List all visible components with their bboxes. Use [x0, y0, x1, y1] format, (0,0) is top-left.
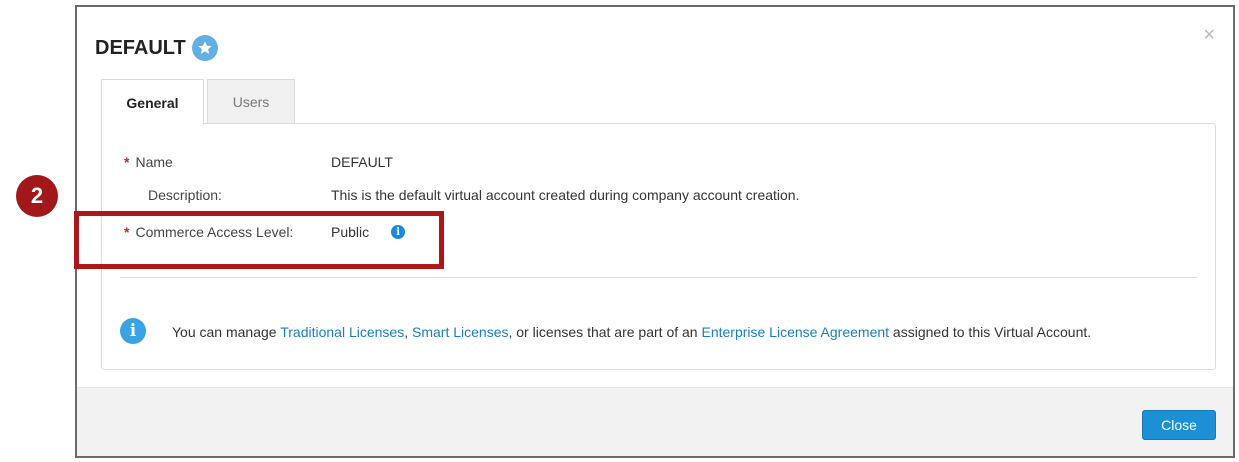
- notice-text: , or licenses that are part of an: [508, 324, 702, 340]
- highlight-annotation-box: [74, 211, 444, 269]
- required-marker: *: [124, 154, 130, 170]
- tab-users[interactable]: Users: [207, 79, 295, 124]
- info-icon: i: [120, 318, 146, 344]
- close-button[interactable]: Close: [1142, 410, 1216, 440]
- dialog-title: DEFAULT: [95, 35, 218, 61]
- notice-text: You can manage: [172, 324, 281, 340]
- name-label-row: * Name: [124, 154, 173, 170]
- notice-text: ,: [404, 324, 412, 340]
- dialog-footer: Close: [77, 387, 1233, 456]
- name-label: Name: [135, 154, 173, 170]
- description-value: This is the default virtual account crea…: [331, 187, 800, 203]
- traditional-licenses-link[interactable]: Traditional Licenses: [280, 324, 404, 340]
- close-icon[interactable]: ×: [1203, 25, 1215, 45]
- dialog-body: DEFAULT × General Users * Name DEFAULT De…: [77, 7, 1233, 387]
- license-notice: You can manage Traditional Licenses, Sma…: [172, 324, 1091, 340]
- step-number-badge: 2: [16, 175, 58, 217]
- dialog-title-text: DEFAULT: [95, 36, 186, 59]
- enterprise-license-agreement-link[interactable]: Enterprise License Agreement: [701, 324, 889, 340]
- notice-text: assigned to this Virtual Account.: [889, 324, 1092, 340]
- divider: [120, 277, 1197, 278]
- tab-general[interactable]: General: [101, 79, 204, 125]
- smart-licenses-link[interactable]: Smart Licenses: [412, 324, 508, 340]
- description-label: Description:: [148, 187, 222, 203]
- name-value: DEFAULT: [331, 154, 393, 170]
- star-icon: [191, 35, 218, 61]
